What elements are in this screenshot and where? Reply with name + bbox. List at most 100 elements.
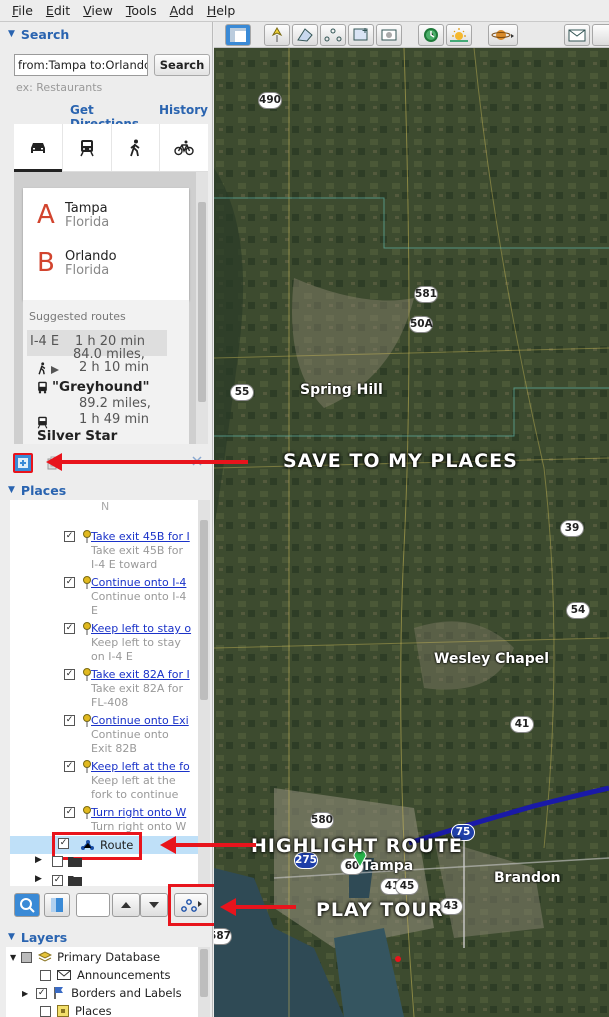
directions-scrollbar[interactable] [196,172,208,444]
arrow-to-save-button [46,453,248,471]
step-link[interactable]: Take exit 82A for I [91,668,196,681]
historical-imagery-button[interactable] [418,24,444,46]
collapse-triangle-icon[interactable]: ▼ [8,932,15,942]
city-label[interactable]: Spring Hill [300,382,383,398]
directions-scrollbar-thumb[interactable] [198,202,206,402]
move-up-button[interactable] [112,893,140,917]
car-icon [30,142,45,153]
email-button[interactable] [564,24,590,46]
collapse-triangle-icon[interactable]: ▼ [8,29,15,39]
tab-cycling[interactable] [160,124,208,171]
add-overlay-button[interactable] [348,24,374,46]
panel-toggle-icon [51,898,63,912]
save-to-my-places-button[interactable] [13,453,33,473]
layer-checkbox[interactable] [40,969,51,981]
move-down-button[interactable] [140,893,168,917]
step-link[interactable]: Keep left to stay o [91,622,196,635]
layer-announcements[interactable]: Announcements [40,966,171,984]
waypoint-a-marker: A [37,200,55,230]
route-shield: 50A [409,316,433,333]
folder-checkbox[interactable] [52,856,63,867]
route-1-name: I-4 E [30,334,60,349]
menu-view[interactable]: View [83,3,113,18]
annotation-highlight-route: HIGHLIGHT ROUTE [251,835,463,857]
folder-checkbox[interactable]: ✓ [52,875,63,886]
tab-walking[interactable] [112,124,161,171]
add-path-button[interactable] [320,24,346,46]
step-link[interactable]: Keep left at the fo [91,760,196,773]
step-checkbox[interactable]: ✓ [64,531,75,542]
search-button[interactable]: Search [154,54,210,76]
expand-arrow-icon[interactable]: ▶ [22,989,28,998]
places-scrollbar[interactable] [198,500,210,886]
walking-icon [130,139,140,156]
print-button[interactable] [592,24,609,46]
search-input[interactable]: from:Tampa to:Orlando [14,54,148,76]
layer-checkbox[interactable] [21,951,33,963]
email-icon [568,29,586,42]
step-checkbox[interactable]: ✓ [64,761,75,772]
step-description: Take exit 45B for [91,544,183,557]
collapse-triangle-icon[interactable]: ▼ [8,485,15,495]
layers-scrollbar-thumb[interactable] [200,949,208,997]
route-3-name[interactable]: Silver Star [37,428,117,444]
route-option-1[interactable]: I-4 E 1 h 20 min 84.0 miles, [27,330,167,362]
opacity-field[interactable] [76,893,110,917]
waypoint-a-state: Florida [65,214,110,230]
search-places-button[interactable] [14,893,40,917]
tab-driving[interactable] [14,124,63,172]
layers-scrollbar[interactable] [198,947,210,1017]
record-tour-button[interactable] [376,24,402,46]
waypoint-card: A Tampa Florida B Orlando Florida [23,188,189,300]
layer-checkbox[interactable]: ✓ [36,987,48,999]
sidebar-toggle-button[interactable] [225,24,251,46]
layers-panel-header[interactable]: ▼ Layers [8,926,210,948]
step-checkbox[interactable]: ✓ [64,577,75,588]
route-2-name[interactable]: "Greyhound" [52,379,150,395]
city-label[interactable]: Tampa [362,858,413,874]
waypoint-b[interactable]: B Orlando Florida [37,248,117,278]
route-shield: 581 [414,286,438,303]
layer-borders-labels[interactable]: ▶ ✓ Borders and Labels [22,984,182,1002]
collapse-triangle-icon[interactable]: ▼ [10,953,16,962]
waypoint-a[interactable]: A Tampa Florida [37,200,109,230]
tab-transit[interactable] [63,124,112,171]
expand-arrow-icon[interactable]: ▶ [35,855,42,865]
envelope-icon [57,970,71,980]
step-description: Take exit 82A for [91,682,183,695]
add-polygon-button[interactable] [292,24,318,46]
map-view[interactable]: 49058150A553954415807527560414543587Spri… [214,22,609,1017]
search-panel-header[interactable]: ▼ Search [8,23,210,45]
tour-record-icon [381,29,397,41]
step-link[interactable]: Take exit 45B for I [91,530,196,543]
step-checkbox[interactable]: ✓ [64,715,75,726]
layer-places[interactable]: Places [40,1002,112,1017]
folder-icon [68,876,82,886]
step-link[interactable]: Continue onto Exi [91,714,196,727]
places-truncated-text: N [101,500,110,513]
menu-help[interactable]: Help [207,3,236,18]
waypoint-b-state: Florida [65,262,110,278]
sunlight-button[interactable] [446,24,472,46]
city-label[interactable]: Brandon [494,870,561,886]
menu-add[interactable]: Add [170,3,194,18]
layer-checkbox[interactable] [40,1005,51,1017]
city-label[interactable]: Wesley Chapel [434,651,549,667]
step-link[interactable]: Continue onto I-4 [91,576,196,589]
menu-edit[interactable]: Edit [46,3,70,18]
step-checkbox[interactable]: ✓ [64,807,75,818]
step-checkbox[interactable]: ✓ [64,623,75,634]
places-panel-header[interactable]: ▼ Places [8,479,210,501]
places-scrollbar-thumb[interactable] [200,520,208,700]
step-checkbox[interactable]: ✓ [64,669,75,680]
planets-button[interactable] [488,24,518,46]
expand-arrow-icon[interactable]: ▶ [35,874,42,884]
layer-label: Primary Database [57,950,161,964]
menu-tools[interactable]: Tools [126,3,157,18]
add-placemark-button[interactable] [264,24,290,46]
step-link[interactable]: Turn right onto W [91,806,196,819]
layer-primary-database[interactable]: ▼ Primary Database [10,948,160,966]
layout-button[interactable] [44,893,70,917]
menu-file[interactable]: File [12,3,33,18]
bicycle-icon [174,140,194,155]
